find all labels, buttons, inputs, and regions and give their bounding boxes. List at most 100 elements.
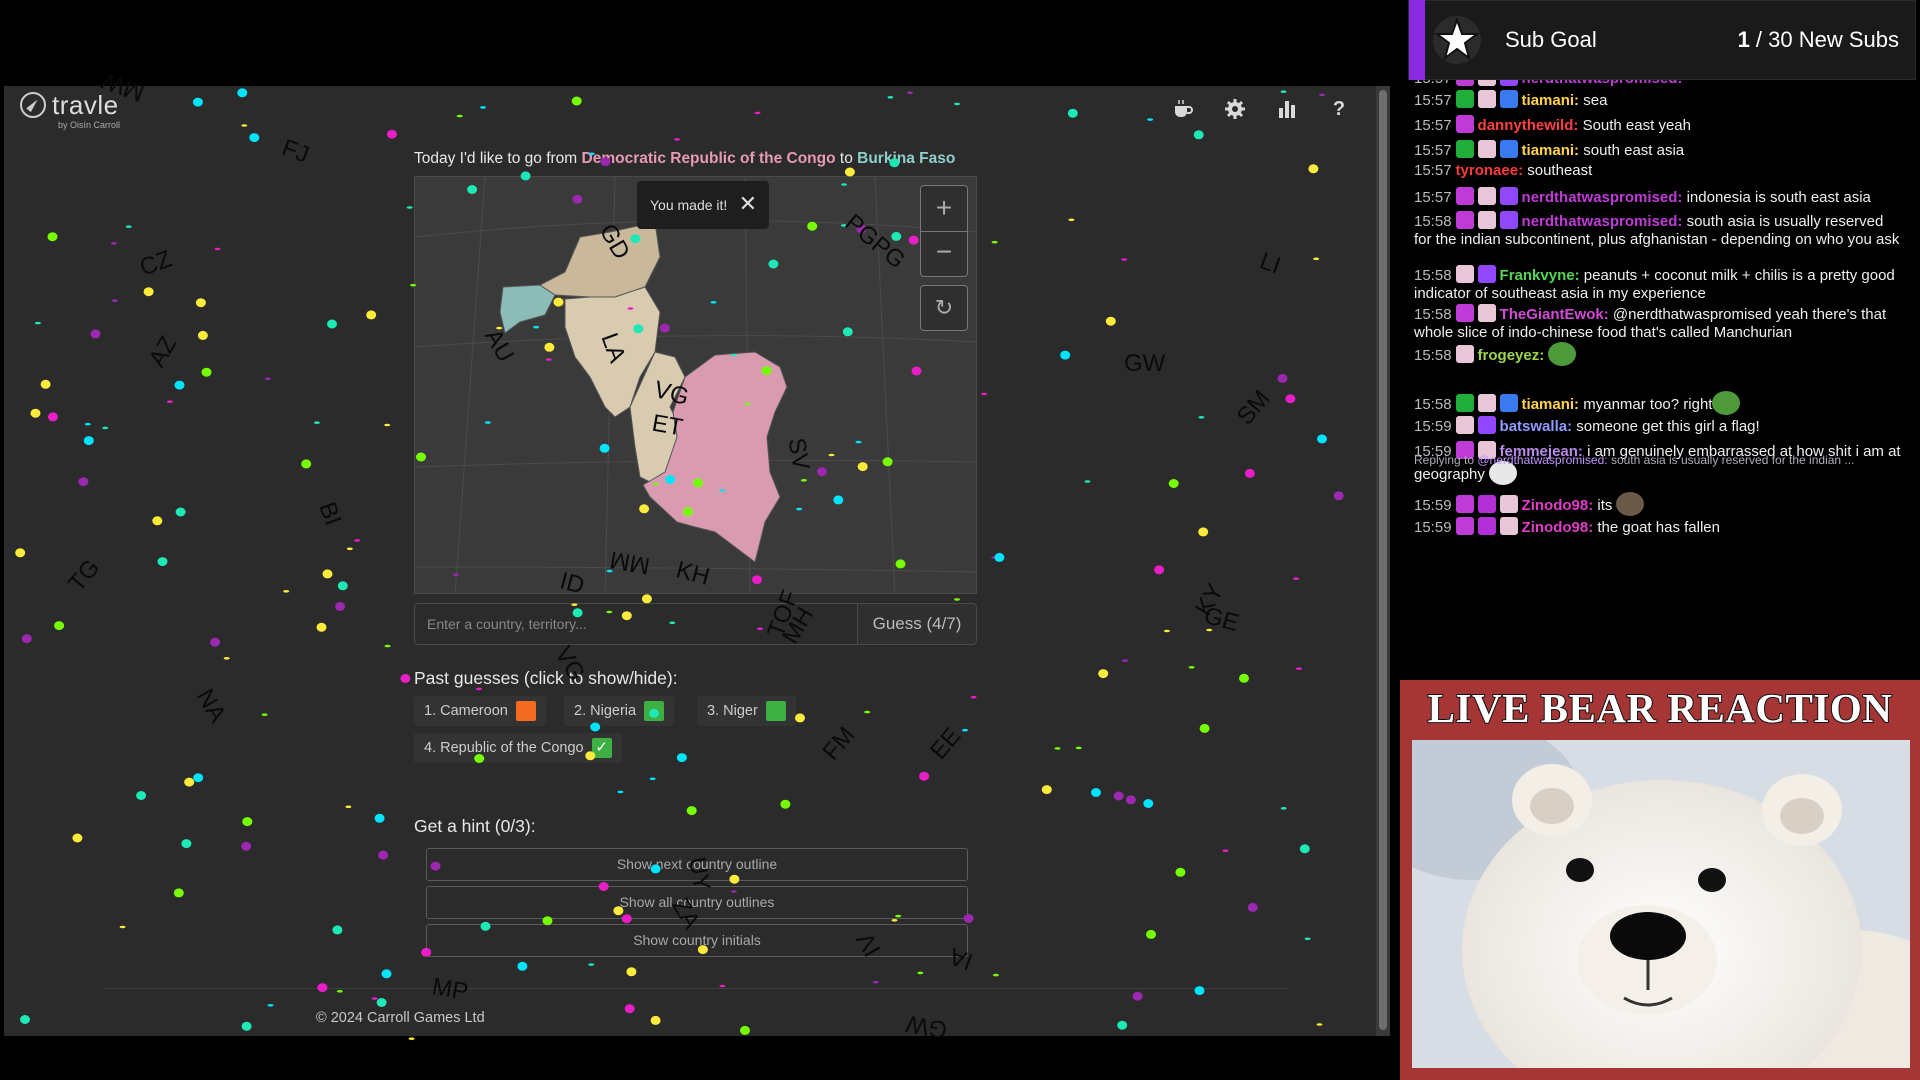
diamond-badge-icon[interactable] <box>1499 187 1518 205</box>
chat-timestamp: 15:58 <box>1414 213 1452 230</box>
initials-hint-button[interactable]: Show country initials <box>426 924 968 957</box>
bar-chart-icon[interactable] <box>1276 98 1298 120</box>
chat-timestamp: 15:58 <box>1414 306 1452 323</box>
page-scrollbar[interactable] <box>1376 86 1390 1036</box>
sword-badge-icon[interactable] <box>1455 140 1474 158</box>
chat-username[interactable]: Zinodo98: <box>1522 497 1594 514</box>
route-prompt: Today I'd like to go from Democratic Rep… <box>414 150 955 168</box>
gift-badge-icon[interactable] <box>1455 265 1474 283</box>
sword-badge-icon[interactable] <box>1455 90 1474 108</box>
gift-badge-icon[interactable] <box>1499 495 1518 513</box>
all-outlines-hint-button[interactable]: Show all country outlines <box>426 886 968 919</box>
prompt-mid: to <box>835 150 858 167</box>
help-icon[interactable]: ? <box>1328 98 1350 120</box>
gift-badge-icon[interactable] <box>1499 517 1518 535</box>
person-emote-icon <box>1616 492 1645 516</box>
confetti-dot <box>408 1037 415 1040</box>
country-input[interactable] <box>414 603 857 645</box>
pepe-emote-icon <box>1548 342 1577 366</box>
heart-badge-icon[interactable] <box>1455 304 1474 322</box>
reset-view-button[interactable]: ↻ <box>920 285 968 331</box>
chat-timestamp: 15:57 <box>1414 162 1452 179</box>
chat-username[interactable]: tiamani: <box>1522 396 1580 413</box>
guess-chip[interactable]: 1. Cameroon <box>414 696 546 726</box>
guess-form: Guess (4/7) <box>414 603 977 645</box>
sub1-badge-icon[interactable] <box>1477 495 1496 513</box>
gift-badge-icon[interactable] <box>1477 211 1496 229</box>
sub-goal-current: 1 <box>1737 27 1750 52</box>
past-guesses-heading: Past guesses (click to show/hide): <box>414 668 678 688</box>
heart-badge-icon[interactable] <box>1455 187 1474 205</box>
chat-username[interactable]: nerdthatwaspromised: <box>1522 213 1683 230</box>
chat-username[interactable]: tiamani: <box>1522 142 1580 159</box>
guess-chip[interactable]: 3. Niger <box>697 696 796 726</box>
chat-message: 15:57 dannythewild: South east yeah <box>1414 115 1904 135</box>
chat-text: South east yeah <box>1582 117 1691 134</box>
gift-badge-icon[interactable] <box>1477 140 1496 158</box>
sub1-badge-icon[interactable] <box>1477 517 1496 535</box>
prompt-lead: Today I'd like to go from <box>414 150 582 167</box>
diamond-badge-icon[interactable] <box>1499 211 1518 229</box>
gift-badge-icon[interactable] <box>1455 345 1474 363</box>
sword-badge-icon[interactable] <box>1455 394 1474 412</box>
gift-badge-icon[interactable] <box>1477 187 1496 205</box>
guess-chip-label: 2. Nigeria <box>574 703 637 719</box>
gift-badge-icon[interactable] <box>1477 90 1496 108</box>
travle-logo[interactable]: travle by Oisín Carroll <box>20 92 120 130</box>
chat-username[interactable]: frogeyez: <box>1478 347 1545 364</box>
zoom-out-button[interactable]: − <box>920 231 968 277</box>
verify-badge-icon[interactable] <box>1499 140 1518 158</box>
bear-card-title: LIVE BEAR REACTION <box>1427 684 1893 732</box>
chat-timestamp: 15:58 <box>1414 267 1452 284</box>
path-country-a <box>539 221 661 298</box>
chat-username[interactable]: TheGiantEwok: <box>1500 306 1609 323</box>
map-canvas[interactable]: You made it! ✕ + − ↻ <box>414 176 977 594</box>
chat-username[interactable]: nerdthatwaspromised: <box>1522 189 1683 206</box>
reply-context[interactable]: Replying to @nerdthatwaspromised: south … <box>1414 453 1854 467</box>
chat-timestamp: 15:57 <box>1414 80 1452 87</box>
chat-username[interactable]: tyronaee: <box>1456 162 1524 179</box>
chat-message: 15:57 tyronaee: southeast <box>1414 162 1904 180</box>
heart-badge-icon[interactable] <box>1455 80 1474 86</box>
chat-text: the goat has fallen <box>1597 519 1720 536</box>
chat-username[interactable]: dannythewild: <box>1478 117 1579 134</box>
chat-timestamp: 15:57 <box>1414 189 1452 206</box>
footer-divider <box>104 988 1288 989</box>
guess-chip[interactable]: 4. Republic of the Congo ✓ <box>414 733 622 763</box>
diamond-badge-icon[interactable] <box>1477 265 1496 283</box>
chat-username[interactable]: Zinodo98: <box>1522 519 1594 536</box>
chat-timestamp: 15:58 <box>1414 347 1452 364</box>
heart-badge-icon[interactable] <box>1455 115 1474 133</box>
zoom-in-button[interactable]: + <box>920 185 968 231</box>
chat-message: 15:59 Zinodo98: the goat has fallen <box>1414 517 1904 537</box>
gift-badge-icon[interactable] <box>1477 304 1496 322</box>
close-icon[interactable]: ✕ <box>739 193 757 215</box>
heart-badge-icon[interactable] <box>1455 517 1474 535</box>
next-outline-hint-button[interactable]: Show next country outline <box>426 848 968 881</box>
chat-username[interactable]: batswalla: <box>1500 418 1573 435</box>
verify-badge-icon[interactable] <box>1499 90 1518 108</box>
heart-badge-icon[interactable] <box>1455 211 1474 229</box>
chat-username[interactable]: nerdthatwaspromised: <box>1522 80 1683 87</box>
gear-icon[interactable] <box>1224 98 1246 120</box>
chat-text: south east asia <box>1583 142 1685 159</box>
chat-username[interactable]: Frankvyne: <box>1500 267 1580 284</box>
star-icon <box>1433 16 1481 64</box>
burkina-faso-shape <box>499 284 556 334</box>
verify-badge-icon[interactable] <box>1499 394 1518 412</box>
diamond-badge-icon[interactable] <box>1477 416 1496 434</box>
gift-badge-icon[interactable] <box>1477 80 1496 86</box>
gift-badge-icon[interactable] <box>1455 416 1474 434</box>
reply-text: south asia is usually reserved for the i… <box>1607 453 1855 467</box>
live-bear-reaction-card: LIVE BEAR REACTION <box>1400 680 1920 1080</box>
chat-message: 15:58 TheGiantEwok: @nerdthatwaspromised … <box>1414 304 1904 342</box>
coffee-icon[interactable] <box>1172 98 1194 120</box>
chat-timestamp: 15:59 <box>1414 519 1452 536</box>
diamond-badge-icon[interactable] <box>1499 80 1518 86</box>
guess-chip[interactable]: 2. Nigeria <box>564 696 675 726</box>
scrollbar-thumb[interactable] <box>1379 90 1387 1030</box>
heart-badge-icon[interactable] <box>1455 495 1474 513</box>
gift-badge-icon[interactable] <box>1477 394 1496 412</box>
guess-button[interactable]: Guess (4/7) <box>857 603 977 645</box>
chat-username[interactable]: tiamani: <box>1522 92 1580 109</box>
